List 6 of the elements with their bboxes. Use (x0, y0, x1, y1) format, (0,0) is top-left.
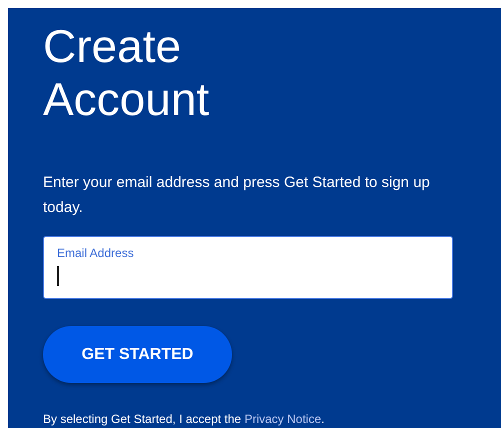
consent-note: By selecting Get Started, I accept the Privacy Notice. (43, 411, 326, 427)
privacy-notice-link[interactable]: Privacy Notice (244, 412, 322, 426)
get-started-button[interactable]: GET STARTED (43, 326, 232, 383)
page-title: Create Account (43, 20, 210, 126)
description: Enter your email address and press Get Started to sign up today. (43, 173, 431, 218)
email-field[interactable]: Email Address (43, 236, 453, 299)
